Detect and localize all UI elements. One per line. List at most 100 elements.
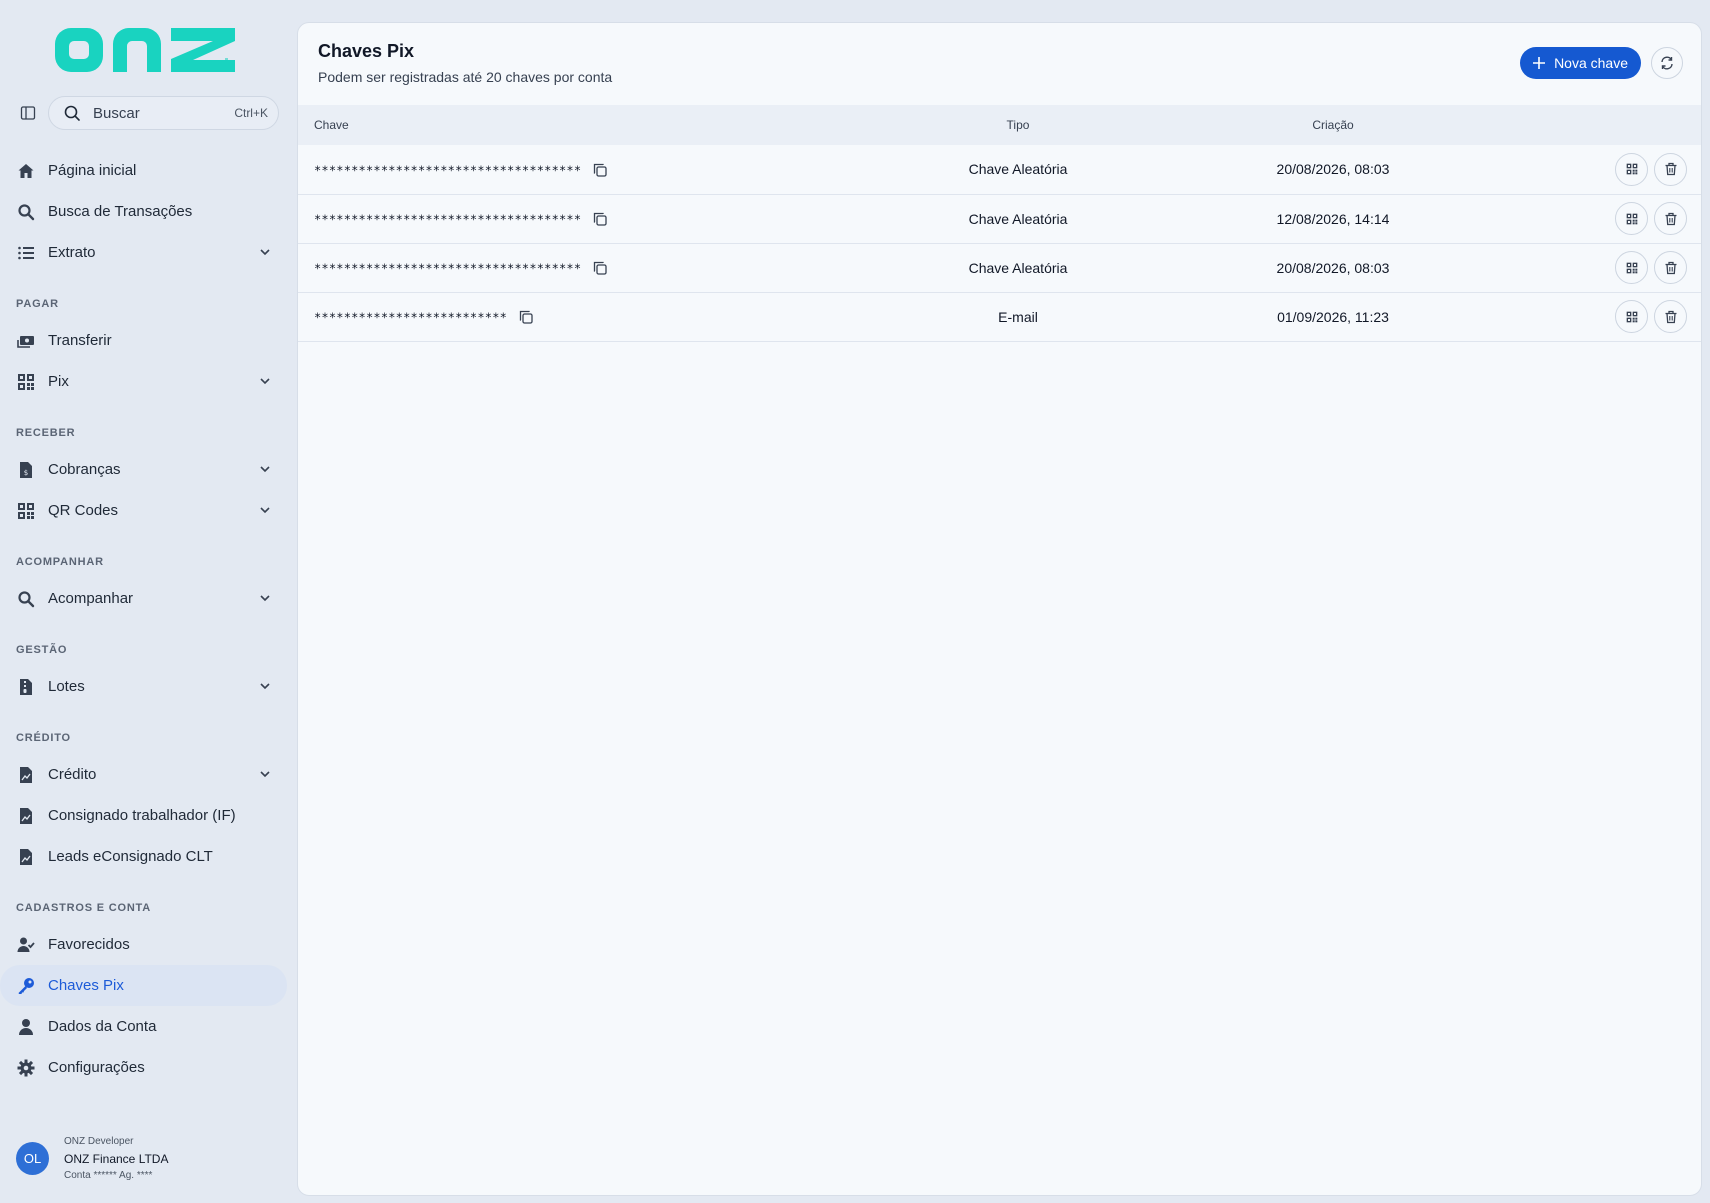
sidebar-item-label: Dados da Conta <box>48 1018 157 1035</box>
user-company: ONZ Finance LTDA <box>64 1151 169 1166</box>
sidebar-toggle-button[interactable] <box>18 103 38 123</box>
copy-icon[interactable] <box>592 260 608 276</box>
key-type: Chave Aleatória <box>968 210 1068 227</box>
sidebar-item-dados-conta[interactable]: Dados da Conta <box>0 1006 287 1047</box>
qr-code-button[interactable] <box>1615 202 1648 235</box>
qr-grid-icon <box>1626 163 1637 175</box>
refresh-button[interactable] <box>1651 47 1683 79</box>
key-created: 12/08/2026, 14:14 <box>1276 210 1390 227</box>
sidebar-item-lotes[interactable]: Lotes <box>0 666 287 707</box>
file-chart-icon <box>16 806 36 826</box>
chevron-down-icon <box>257 678 273 694</box>
qr-grid-icon <box>1626 311 1637 322</box>
qr-grid-icon <box>1626 262 1637 273</box>
copy-icon[interactable] <box>592 162 608 178</box>
user-account-info: Conta ****** Ag. **** <box>64 1169 153 1181</box>
sidebar-item-pagina-inicial[interactable]: Página inicial <box>0 150 287 191</box>
masked-key: ************************************ <box>314 212 582 227</box>
user-icon <box>16 1017 36 1037</box>
chevron-down-icon <box>257 766 273 782</box>
search-placeholder: Buscar <box>93 104 140 122</box>
user-account-card[interactable]: OL ONZ Developer ONZ Finance LTDA Conta … <box>16 1128 286 1188</box>
home-icon <box>16 161 36 181</box>
section-title-acompanhar: ACOMPANHAR <box>16 556 104 568</box>
sidebar-item-cobrancas[interactable]: $ Cobranças <box>0 449 287 490</box>
sidebar-item-pix[interactable]: Pix <box>0 361 287 402</box>
table-row: ************************************ Cha… <box>298 243 1701 292</box>
money-transfer-icon <box>16 331 36 351</box>
sidebar-item-leads-econsignado[interactable]: Leads eConsignado CLT <box>0 836 287 877</box>
new-key-button[interactable]: Nova chave <box>1520 47 1641 79</box>
page-subtitle: Podem ser registradas até 20 chaves por … <box>318 69 613 85</box>
column-header-key[interactable]: Chave <box>298 105 868 145</box>
sidebar-item-busca-transacoes[interactable]: Busca de Transações <box>0 191 287 232</box>
copy-icon[interactable] <box>518 309 534 325</box>
key-type: Chave Aleatória <box>968 259 1068 276</box>
invoice-icon: $ <box>16 460 36 480</box>
section-title-pagar: PAGAR <box>16 298 59 310</box>
masked-key: ************************************ <box>314 162 582 177</box>
refresh-icon <box>1661 56 1673 70</box>
list-icon <box>16 243 36 263</box>
chevron-down-icon <box>257 244 273 260</box>
sidebar-item-qr-codes[interactable]: QR Codes <box>0 490 287 531</box>
gear-icon <box>16 1058 36 1078</box>
sidebar-item-chaves-pix[interactable]: Chaves Pix <box>0 965 287 1006</box>
sidebar-panel-icon <box>20 106 36 120</box>
sidebar-item-transferir[interactable]: Transferir <box>0 320 287 361</box>
sidebar-item-acompanhar[interactable]: Acompanhar <box>0 578 287 619</box>
column-header-actions <box>1498 105 1701 145</box>
table-row: ************************************ Cha… <box>298 145 1701 194</box>
qr-grid-icon <box>16 372 36 392</box>
sidebar-item-configuracoes[interactable]: Configurações <box>0 1047 287 1088</box>
delete-button[interactable] <box>1654 251 1687 284</box>
sidebar-item-label: QR Codes <box>48 502 119 519</box>
sidebar-item-label: Lotes <box>48 678 85 695</box>
chevron-down-icon <box>257 590 273 606</box>
section-title-gestao: GESTÃO <box>16 644 68 656</box>
chevron-down-icon <box>257 502 273 518</box>
section-title-receber: RECEBER <box>16 427 76 439</box>
qr-grid-icon <box>1626 213 1637 224</box>
key-type: Chave Aleatória <box>968 161 1068 178</box>
qr-grid-icon <box>16 501 36 521</box>
sidebar-item-favorecidos[interactable]: Favorecidos <box>0 924 287 965</box>
search-icon <box>63 104 81 122</box>
new-key-label: Nova chave <box>1554 55 1628 71</box>
sidebar-item-credito[interactable]: Crédito <box>0 754 287 795</box>
key-created: 20/08/2026, 08:03 <box>1276 161 1390 178</box>
sidebar-nav: Página inicial Busca de Transações Extra… <box>0 150 297 1088</box>
sidebar-item-label: Crédito <box>48 766 97 783</box>
table-row: ************************************ Cha… <box>298 194 1701 243</box>
qr-code-button[interactable] <box>1615 251 1648 284</box>
file-chart-icon <box>16 847 36 867</box>
user-role: ONZ Developer <box>64 1135 134 1147</box>
delete-button[interactable] <box>1654 202 1687 235</box>
column-header-created[interactable]: Criação <box>1168 105 1498 145</box>
table-row: ************************** E-mail 01/09/… <box>298 292 1701 341</box>
page-header: Chaves Pix Podem ser registradas até 20 … <box>298 23 1701 105</box>
sidebar-item-label: Cobranças <box>48 461 121 478</box>
search-input[interactable]: Buscar Ctrl+K <box>48 96 279 130</box>
search-shortcut: Ctrl+K <box>234 106 268 120</box>
plus-icon <box>1532 56 1546 70</box>
sidebar-item-label: Leads eConsignado CLT <box>48 848 213 865</box>
key-created: 01/09/2026, 11:23 <box>1277 308 1389 325</box>
qr-code-button[interactable] <box>1615 152 1648 186</box>
copy-icon[interactable] <box>592 211 608 227</box>
chevron-down-icon <box>257 373 273 389</box>
key-type: E-mail <box>998 308 1038 325</box>
section-title-cadastros: CADASTROS E CONTA <box>16 902 152 914</box>
sidebar-item-label: Configurações <box>48 1059 145 1076</box>
delete-button[interactable] <box>1654 152 1687 186</box>
sidebar-item-extrato[interactable]: Extrato <box>0 232 287 273</box>
sidebar-item-consignado[interactable]: Consignado trabalhador (IF) <box>0 795 287 836</box>
sidebar-item-label: Favorecidos <box>48 936 130 953</box>
qr-code-button[interactable] <box>1615 300 1648 333</box>
page-title: Chaves Pix <box>318 41 415 61</box>
user-check-icon <box>16 935 36 955</box>
svg-text:$: $ <box>24 469 28 477</box>
delete-button[interactable] <box>1654 300 1687 333</box>
column-header-type[interactable]: Tipo <box>868 105 1168 145</box>
trash-icon <box>1665 310 1676 323</box>
